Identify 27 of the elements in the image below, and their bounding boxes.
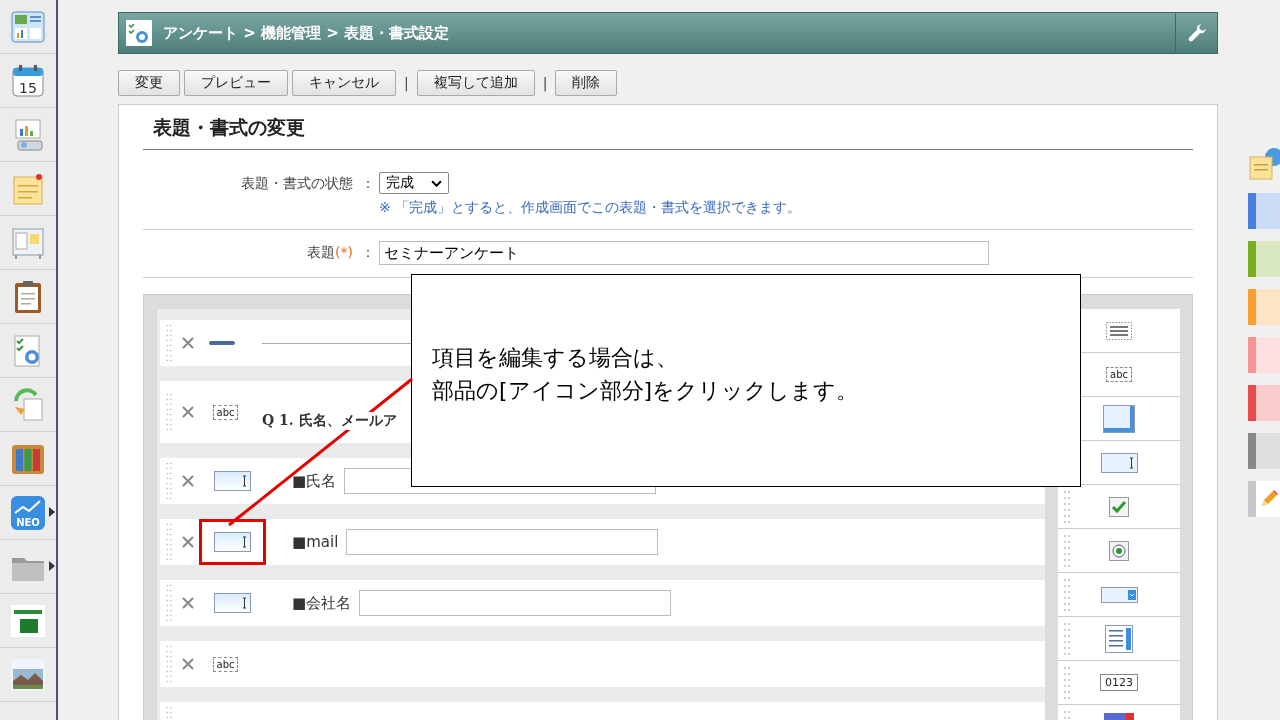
required-mark: (*) bbox=[335, 244, 353, 260]
toolbar-separator: | bbox=[541, 75, 549, 91]
toolbar-button[interactable]: 変更 bbox=[118, 70, 180, 96]
number-field-icon[interactable]: 0123 bbox=[1100, 674, 1138, 691]
callout-text: 部品の[アイコン部分]をクリックします。 bbox=[432, 377, 859, 405]
breadcrumb: アンケート > 機能管理 > 表題・書式設定 bbox=[163, 23, 451, 43]
label-icon[interactable]: abc bbox=[212, 404, 239, 420]
colon: ： bbox=[361, 175, 375, 193]
toolbar-button[interactable]: キャンセル bbox=[292, 70, 396, 96]
colon: ： bbox=[361, 244, 375, 262]
section-title: 表題・書式の変更 bbox=[143, 115, 1193, 150]
field-label: 表題・書式の状態 bbox=[241, 175, 353, 193]
item-label: ■氏名 bbox=[292, 471, 337, 491]
callout-text: 項目を編集する場合は、 bbox=[432, 344, 678, 372]
item-label: ■会社名 bbox=[292, 593, 352, 613]
title-input[interactable]: セミナーアンケート bbox=[379, 241, 989, 265]
item-label: ■mail bbox=[292, 533, 339, 551]
toolbar-button[interactable]: プレビュー bbox=[184, 70, 288, 96]
toolbar-button[interactable]: 削除 bbox=[555, 70, 618, 96]
field-label: 表題 bbox=[307, 244, 336, 262]
toolbar-button[interactable]: 複写して追加 bbox=[416, 70, 535, 96]
status-dropdown[interactable]: 完成 bbox=[379, 172, 449, 194]
hint-text: ※ 「完成」とすると、作成画面でこの表題・書式を選択できます。 bbox=[379, 199, 802, 217]
question-text: Q 1. 氏名、メールア bbox=[262, 412, 397, 430]
toolbar-separator: | bbox=[403, 75, 410, 91]
label-icon[interactable]: abc bbox=[1106, 367, 1132, 382]
label-icon[interactable]: abc bbox=[212, 656, 239, 672]
